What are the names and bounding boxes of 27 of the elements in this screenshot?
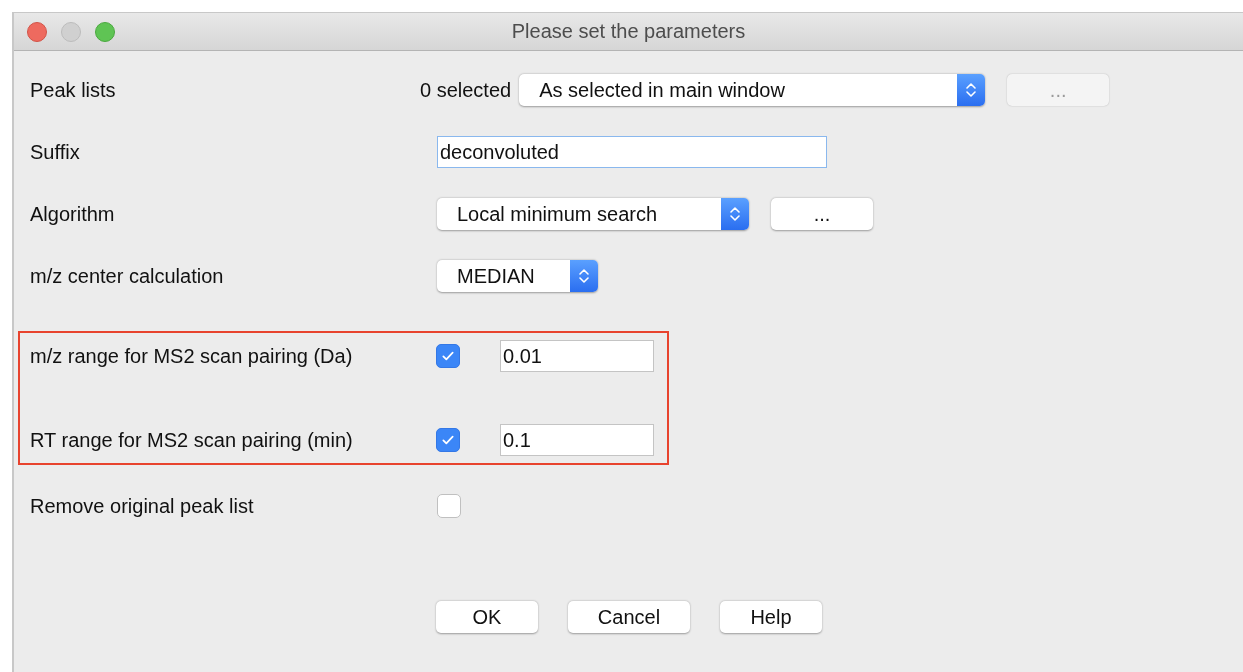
selection-count: 0 selected <box>420 78 512 102</box>
number-field[interactable]: 0.1 <box>500 424 654 456</box>
parameter-label: m/z center calculation <box>30 264 225 288</box>
parameter-label: Peak lists <box>30 78 117 102</box>
dropdown[interactable]: MEDIAN <box>437 260 598 292</box>
parameter-label: m/z range for MS2 scan pairing (Da) <box>30 344 354 368</box>
number-field[interactable]: 0.01 <box>500 340 654 372</box>
dialog-button[interactable]: Help <box>720 601 822 633</box>
zoom-button[interactable] <box>95 21 115 42</box>
parameter-label: Remove original peak list <box>30 494 255 518</box>
checkbox[interactable] <box>437 494 461 518</box>
close-button[interactable] <box>27 21 47 42</box>
dropdown[interactable]: Local minimum search <box>437 198 749 230</box>
window-title: Please set the parameters <box>511 20 746 43</box>
dialog-button[interactable]: Cancel <box>568 601 690 633</box>
dropdown[interactable]: As selected in main window <box>519 74 986 106</box>
more-button[interactable]: ... <box>771 198 873 230</box>
parameter-label: RT range for MS2 scan pairing (min) <box>30 428 354 452</box>
parameter-label: Algorithm <box>30 202 116 226</box>
text-field[interactable]: deconvoluted <box>437 136 827 168</box>
stepper-arrows-icon <box>957 74 986 106</box>
stepper-arrows-icon <box>570 260 598 292</box>
checkbox[interactable] <box>436 344 460 368</box>
stepper-arrows-icon <box>721 198 749 230</box>
checkbox[interactable] <box>436 428 460 452</box>
parameter-label: Suffix <box>30 140 81 164</box>
dialog-button[interactable]: OK <box>436 601 538 633</box>
